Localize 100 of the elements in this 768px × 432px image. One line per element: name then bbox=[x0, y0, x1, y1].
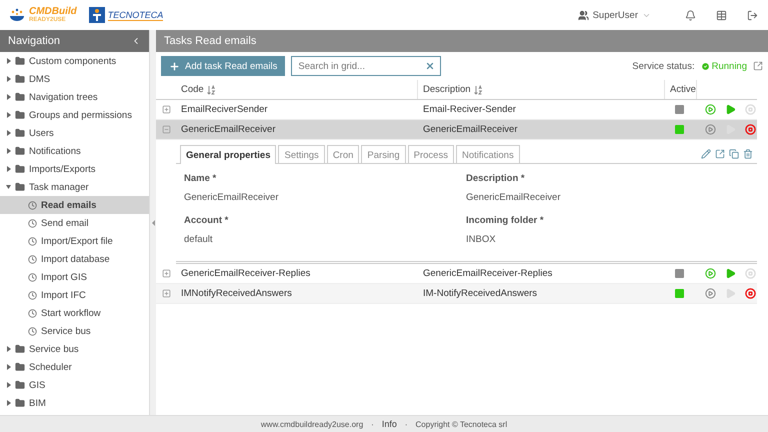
table-cell-text: IMNotifyReceivedAnswers bbox=[180, 288, 293, 299]
page-title: Tasks Read emails bbox=[156, 30, 768, 52]
table-cell-text: EmailReciverSender bbox=[180, 104, 269, 115]
table-row[interactable]: IMNotifyReceivedAnswers IM-NotifyReceivedAnswers bbox=[156, 284, 757, 304]
table-cell-text: GenericEmailReceiver-Replies bbox=[422, 268, 554, 279]
column-header[interactable]: Active bbox=[665, 80, 697, 99]
play-circle-icon[interactable] bbox=[705, 104, 716, 115]
tree-folder[interactable]: GIS bbox=[0, 376, 149, 394]
clock-icon bbox=[28, 290, 37, 300]
tree-item[interactable]: Start workflow bbox=[0, 304, 149, 322]
clock-icon bbox=[28, 272, 37, 282]
tab[interactable]: Notifications bbox=[456, 145, 520, 163]
tree-folder[interactable]: Service bus bbox=[0, 340, 149, 358]
tree-item[interactable]: Import/Export file bbox=[0, 232, 149, 250]
caret-icon[interactable] bbox=[6, 58, 11, 64]
tree-folder[interactable]: Groups and permissions bbox=[0, 106, 149, 124]
play-icon[interactable] bbox=[725, 268, 736, 279]
field-value: GenericEmailReceiver bbox=[184, 192, 280, 203]
field-value: default bbox=[184, 234, 214, 245]
open-external-icon[interactable] bbox=[753, 61, 763, 71]
sort-icon[interactable] bbox=[474, 84, 483, 94]
field-value: GenericEmailReceiver bbox=[466, 192, 562, 203]
tree-folder[interactable]: Custom components bbox=[0, 52, 149, 70]
status-label: Service status: bbox=[632, 60, 695, 72]
folder-icon bbox=[15, 398, 25, 408]
table-row[interactable]: GenericEmailReceiver GenericEmailReceiver bbox=[156, 120, 757, 140]
field-label: Incoming folder * bbox=[466, 215, 545, 226]
open-external-icon[interactable] bbox=[715, 149, 725, 159]
folder-icon bbox=[15, 164, 25, 174]
caret-icon[interactable] bbox=[6, 76, 11, 82]
copy-icon[interactable] bbox=[729, 149, 739, 159]
table-cell-text: GenericEmailReceiver bbox=[422, 124, 519, 135]
table-cell-text: Email-Reciver-Sender bbox=[422, 104, 517, 115]
caret-icon[interactable] bbox=[6, 148, 11, 154]
sort-icon[interactable] bbox=[206, 84, 216, 94]
clock-icon bbox=[28, 218, 37, 228]
stop-icon[interactable] bbox=[745, 288, 756, 299]
footer-text: Copyright © Tecnoteca srl bbox=[416, 420, 508, 428]
splitter-handle-icon[interactable] bbox=[152, 220, 154, 226]
tab[interactable]: General properties bbox=[180, 145, 276, 164]
stop-icon[interactable] bbox=[745, 124, 756, 135]
folder-icon bbox=[15, 92, 25, 102]
caret-icon[interactable] bbox=[6, 400, 11, 406]
caret-icon[interactable] bbox=[6, 364, 11, 370]
search-field[interactable]: Search in grid... bbox=[291, 56, 442, 76]
tree-folder[interactable]: Users bbox=[0, 124, 149, 142]
tree-item[interactable]: Import GIS bbox=[0, 268, 149, 286]
caret-icon[interactable] bbox=[6, 382, 11, 388]
collapse-icon[interactable] bbox=[162, 125, 170, 134]
delete-icon[interactable] bbox=[743, 149, 753, 159]
add-task-button[interactable]: Add task Read emails bbox=[161, 56, 286, 76]
tree-folder[interactable]: Scheduler bbox=[0, 358, 149, 376]
caret-icon[interactable] bbox=[6, 166, 11, 172]
tab[interactable]: Process bbox=[408, 145, 454, 163]
caret-icon[interactable] bbox=[6, 112, 11, 118]
tab[interactable]: Parsing bbox=[361, 145, 406, 163]
expand-icon[interactable] bbox=[162, 105, 170, 114]
notifications-icon[interactable] bbox=[685, 10, 696, 20]
separator: · bbox=[371, 420, 374, 428]
folder-icon bbox=[15, 110, 25, 120]
tree-folder[interactable]: Notifications bbox=[0, 142, 149, 160]
tree-folder[interactable]: BIM bbox=[0, 394, 149, 412]
tree-item[interactable]: Service bus bbox=[0, 322, 149, 340]
tree-folder[interactable]: DMS bbox=[0, 70, 149, 88]
check-circle-icon bbox=[700, 62, 710, 70]
logout-icon[interactable] bbox=[747, 10, 758, 20]
tree-folder[interactable]: Task manager bbox=[0, 178, 149, 196]
tree-item[interactable]: Import IFC bbox=[0, 286, 149, 304]
edit-icon[interactable] bbox=[701, 149, 711, 159]
caret-icon[interactable] bbox=[6, 130, 11, 136]
separator: · bbox=[404, 420, 408, 428]
tree-folder[interactable]: Navigation trees bbox=[0, 88, 149, 106]
clear-icon[interactable] bbox=[425, 61, 436, 71]
expand-icon[interactable] bbox=[162, 289, 170, 298]
expand-icon[interactable] bbox=[162, 269, 170, 278]
play-icon[interactable] bbox=[725, 104, 736, 115]
logo-icon bbox=[88, 7, 105, 23]
caret-icon[interactable] bbox=[6, 346, 11, 352]
column-header[interactable]: Code bbox=[176, 80, 418, 99]
tab[interactable]: Settings bbox=[278, 145, 325, 163]
tree-item[interactable]: Import database bbox=[0, 250, 149, 268]
tree-item[interactable]: Read emails bbox=[0, 196, 149, 214]
tree-folder[interactable]: Imports/Exports bbox=[0, 160, 149, 178]
footer-text: www.cmdbuildready2use.org bbox=[260, 420, 364, 428]
play-circle-icon[interactable] bbox=[705, 268, 716, 279]
clock-icon bbox=[28, 308, 37, 318]
clock-icon bbox=[28, 236, 37, 246]
column-header[interactable]: Description bbox=[418, 80, 665, 99]
caret-icon[interactable] bbox=[6, 94, 11, 100]
tab[interactable]: Cron bbox=[326, 145, 360, 163]
caret-icon[interactable] bbox=[6, 184, 11, 190]
user-menu[interactable]: SuperUser bbox=[578, 10, 651, 20]
play-circle-icon[interactable] bbox=[705, 288, 716, 299]
table-cell-text: GenericEmailReceiver-Replies bbox=[180, 268, 312, 279]
info-link[interactable]: Info bbox=[382, 419, 397, 429]
tree-item[interactable]: Send email bbox=[0, 214, 149, 232]
table-cell-text: GenericEmailReceiver bbox=[180, 124, 277, 135]
table-icon[interactable] bbox=[716, 10, 727, 20]
play-circle-icon[interactable] bbox=[705, 124, 716, 135]
field-label: Account * bbox=[184, 215, 230, 226]
